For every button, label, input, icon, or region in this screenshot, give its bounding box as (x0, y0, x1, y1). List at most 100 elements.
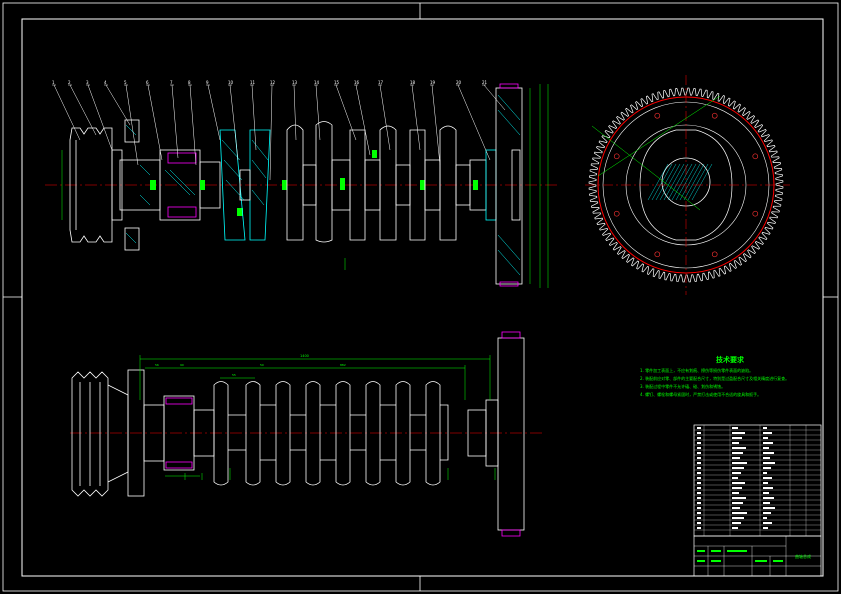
technical-note-1: 1. 零件加工表面上，不应有划痕、擦伤等损伤零件表面的缺陷。 (640, 368, 754, 373)
balloon-leader (53, 84, 81, 141)
hatch-line (671, 163, 693, 201)
parts-entry-mark (697, 452, 701, 454)
parts-entry-mark (763, 437, 768, 439)
part-balloon: 13 (292, 80, 298, 85)
part-balloon: 8 (188, 80, 191, 85)
front-view[interactable]: 1400 56 90 55 50 882 (70, 331, 545, 537)
cad-drawing-canvas[interactable]: 1 2 3 4 5 6 7 8 9 10 11 12 13 14 15 16 17 18 19 20 21 (0, 0, 841, 594)
balloon-leader (411, 84, 421, 151)
parts-entry-mark (732, 517, 744, 519)
balloon-leader (483, 84, 506, 111)
parts-list[interactable] (693, 424, 822, 537)
parts-entry-mark (732, 492, 739, 494)
part-balloon: 12 (270, 80, 276, 85)
hatch-line (647, 163, 669, 201)
sheet-inner-frame (21, 18, 824, 577)
parts-entry-mark (697, 477, 701, 479)
parts-entry-mark (732, 467, 744, 469)
balloon-leader (229, 84, 239, 161)
bolt-hole (752, 153, 759, 160)
balloon-leader (251, 84, 257, 151)
parts-entry-mark (763, 427, 767, 429)
parts-entry-mark (732, 482, 745, 484)
parts-entry-mark (732, 447, 746, 449)
part-balloon: 6 (146, 80, 149, 85)
gear-end-view[interactable] (585, 75, 790, 295)
parts-entry-mark (763, 442, 773, 444)
parts-entry-mark (732, 457, 740, 459)
part-balloon: 4 (104, 80, 107, 85)
parts-entry-mark (763, 462, 775, 464)
parts-entry-mark (763, 492, 769, 494)
parts-entry-mark (697, 487, 701, 489)
parts-entry-mark (763, 512, 771, 514)
balloon-leader (207, 84, 221, 141)
parts-entry-mark (732, 512, 747, 514)
parts-list-rows (694, 425, 821, 536)
title-block[interactable]: 曲轴总成 (693, 535, 822, 577)
parts-entry-mark (697, 462, 701, 464)
part-balloon: 9 (206, 80, 209, 85)
sectional-view[interactable] (45, 83, 560, 288)
parts-entry-mark (763, 497, 774, 499)
part-balloon: 16 (354, 80, 360, 85)
hatch-line (679, 163, 701, 201)
sheet-outer-frame (2, 2, 839, 592)
parts-entry-mark (763, 457, 770, 459)
part-balloon: 2 (68, 80, 71, 85)
hatch-line (683, 163, 705, 201)
parts-entry-mark (697, 492, 701, 494)
parts-list-entries (697, 427, 775, 529)
dim-d5: 882 (340, 363, 346, 367)
technical-note-4: 4. 螺钉、螺栓和螺母紧固时，严禁打击或使用不合适的旋具和扳手。 (640, 392, 762, 397)
parts-entry-mark (763, 452, 774, 454)
hatch-line (659, 163, 681, 201)
parts-entry-mark (697, 527, 701, 529)
bolt-hole (613, 210, 620, 217)
balloon-leader (355, 84, 371, 156)
dim-d3: 55 (232, 373, 236, 377)
parts-entry-mark (763, 527, 768, 529)
bolt-hole (752, 210, 759, 217)
parts-entry-mark (763, 482, 768, 484)
parts-entry-mark (763, 432, 772, 434)
parts-entry-mark (732, 442, 739, 444)
parts-entry-mark (697, 442, 701, 444)
part-balloon: 5 (124, 80, 127, 85)
balloon-leader (147, 84, 163, 161)
dim-d4: 50 (260, 363, 264, 367)
technical-notes-title: 技术要求 (716, 356, 744, 364)
balloon-leader (315, 84, 321, 141)
parts-entry-mark (763, 487, 773, 489)
parts-entry-mark (763, 502, 770, 504)
part-balloon: 18 (410, 80, 416, 85)
parts-entry-mark (763, 472, 767, 474)
parts-entry-mark (697, 427, 701, 429)
balloon-leader (125, 84, 139, 166)
parts-entry-mark (732, 472, 741, 474)
parts-entry-mark (763, 517, 767, 519)
parts-entry-mark (697, 522, 701, 524)
hatch-line (691, 163, 713, 201)
part-balloon: 11 (250, 80, 256, 85)
parts-entry-mark (732, 432, 745, 434)
part-balloon: 14 (314, 80, 320, 85)
parts-entry-mark (732, 427, 738, 429)
balloon-leader (171, 84, 179, 159)
balloon-leader (293, 84, 297, 141)
parts-entry-mark (697, 437, 701, 439)
parts-entry-mark (697, 482, 701, 484)
hatch-line (687, 163, 709, 201)
technical-notes: 技术要求 1. 零件加工表面上，不应有划痕、擦伤等损伤零件表面的缺陷。 2. 装… (640, 356, 820, 399)
part-balloon: 10 (228, 80, 234, 85)
hatch-line (663, 163, 685, 201)
part-balloon: 7 (170, 80, 173, 85)
web-hatching (221, 139, 269, 206)
part-balloons: 1 2 3 4 5 6 7 8 9 10 11 12 13 14 15 16 17 18 19 20 21 (52, 80, 488, 85)
hub-hatching (125, 124, 196, 244)
parts-entry-mark (763, 522, 772, 524)
parts-list-frame (693, 424, 822, 537)
parts-entry-mark (697, 432, 701, 434)
part-balloon: 20 (456, 80, 462, 85)
bolt-hole (654, 112, 661, 119)
